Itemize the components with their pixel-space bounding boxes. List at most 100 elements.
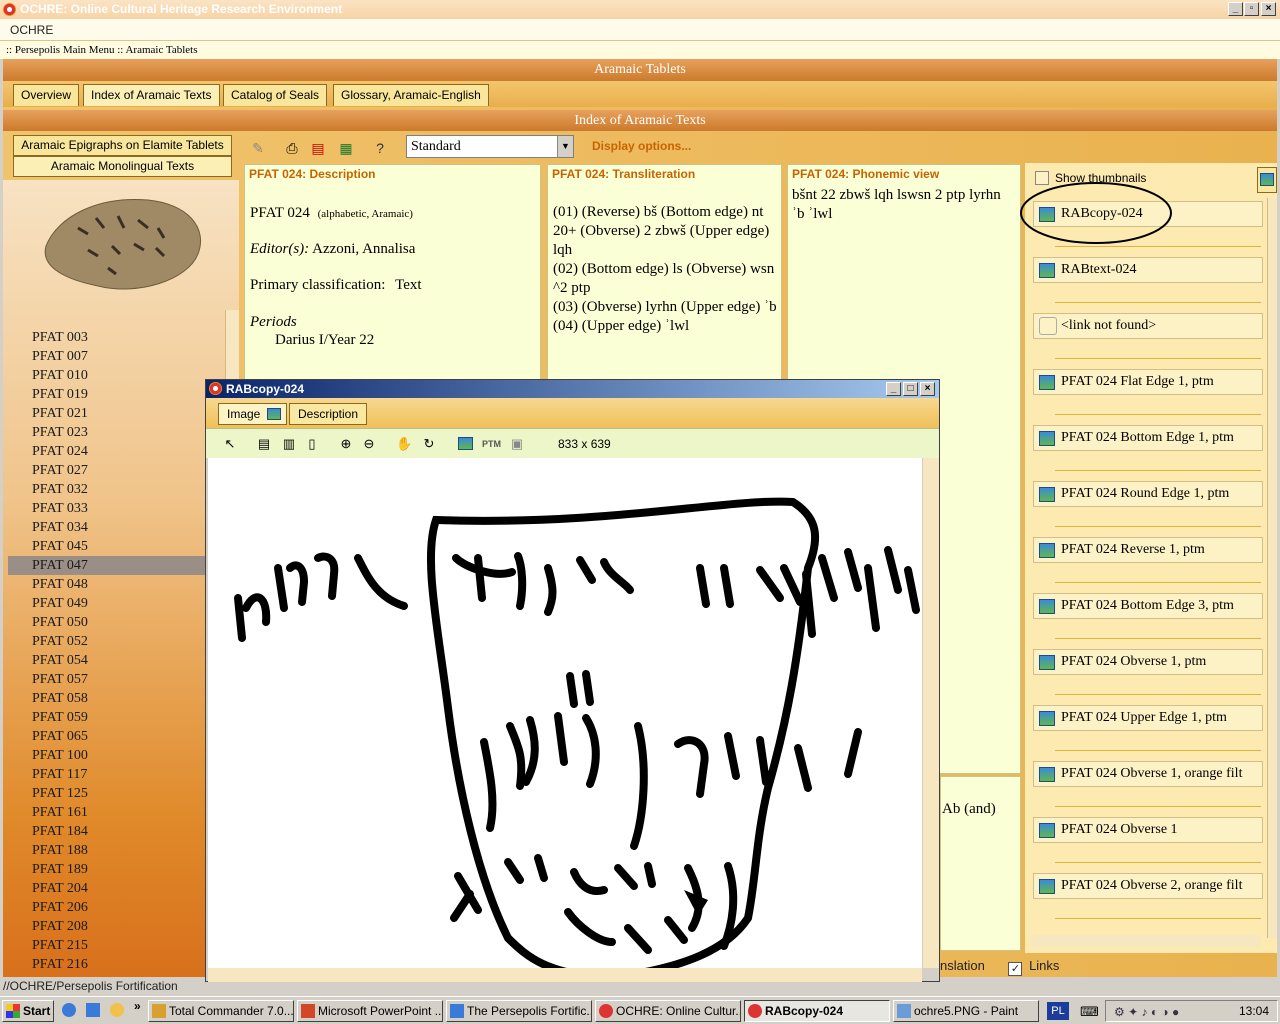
task-total-commander[interactable]: Total Commander 7.0...	[148, 1000, 294, 1022]
list-item[interactable]: PFAT 032	[8, 480, 205, 499]
image-viewport[interactable]	[208, 458, 922, 968]
language-indicator[interactable]: PL	[1047, 1002, 1069, 1020]
list-item[interactable]: PFAT 048	[8, 575, 205, 594]
list-item[interactable]: PFAT 033	[8, 499, 205, 518]
list-item[interactable]: PFAT 058	[8, 689, 205, 708]
link-item[interactable]: PFAT 024 Reverse 1, ptm	[1033, 537, 1263, 563]
desktop-quicklaunch-icon[interactable]	[86, 1003, 100, 1017]
task-paint[interactable]: ochre5.PNG - Paint	[893, 1000, 1039, 1022]
link-item[interactable]: PFAT 024 Bottom Edge 3, ptm	[1033, 593, 1263, 619]
tab-index-aramaic-texts[interactable]: Index of Aramaic Texts	[83, 84, 220, 106]
dialog-hscrollbar[interactable]	[208, 968, 922, 982]
list-item[interactable]: PFAT 003	[8, 328, 205, 347]
select-arrow-icon[interactable]: ↖	[222, 436, 238, 452]
chevron-down-icon[interactable]: ▼	[557, 136, 573, 157]
fit-page-icon[interactable]: ▤	[256, 436, 272, 452]
list-item[interactable]: PFAT 049	[8, 594, 205, 613]
ptm-icon[interactable]: PTM	[482, 436, 501, 452]
tab-aramaic-monolingual[interactable]: Aramaic Monolingual Texts	[13, 156, 232, 177]
list-item[interactable]: PFAT 052	[8, 632, 205, 651]
link-item[interactable]: <link not found>	[1033, 313, 1263, 339]
list-item[interactable]: PFAT 024	[8, 442, 205, 461]
link-item[interactable]: PFAT 024 Obverse 2, orange filt	[1033, 873, 1263, 899]
list-item[interactable]: PFAT 208	[8, 917, 205, 936]
breadcrumb-text[interactable]: :: Persepolis Main Menu :: Aramaic Table…	[6, 44, 198, 56]
pan-hand-icon[interactable]: ✋	[396, 436, 412, 452]
zoom-out-icon[interactable]: ⊖	[361, 436, 377, 452]
zoom-in-icon[interactable]: ⊕	[338, 436, 354, 452]
restore-button[interactable]: ▫	[1244, 2, 1259, 16]
links-checkbox[interactable]: ✓	[1008, 962, 1023, 976]
tray-icons[interactable]: ⚙ ✦ ♪ ◐ ◑ ●	[1114, 1005, 1179, 1019]
quicklaunch-more-icon[interactable]: »	[134, 999, 141, 1013]
task-rabcopy[interactable]: RABcopy-024	[744, 1000, 890, 1022]
list-item[interactable]: PFAT 125	[8, 784, 205, 803]
minimize-button[interactable]: _	[1228, 2, 1243, 16]
list-item[interactable]: PFAT 054	[8, 651, 205, 670]
links-hscrollbar[interactable]	[1031, 935, 1261, 947]
help-cursor-icon[interactable]: ?	[371, 139, 389, 157]
list-item[interactable]: PFAT 161	[8, 803, 205, 822]
links-scrollbar[interactable]	[1267, 198, 1277, 938]
tab-image[interactable]: Image	[218, 403, 288, 425]
actual-size-icon[interactable]: ▯	[304, 436, 320, 452]
task-powerpoint[interactable]: Microsoft PowerPoint ...	[297, 1000, 443, 1022]
save-icon[interactable]: ▣	[509, 436, 525, 452]
tab-glossary[interactable]: Glossary, Aramaic-English	[333, 84, 489, 106]
tab-overview[interactable]: Overview	[13, 84, 80, 106]
dialog-vscrollbar[interactable]	[923, 458, 939, 968]
tab-catalog-of-seals[interactable]: Catalog of Seals	[223, 84, 328, 106]
list-item[interactable]: PFAT 045	[8, 537, 205, 556]
list-item[interactable]: PFAT 059	[8, 708, 205, 727]
view-select[interactable]: Standard ▼	[406, 135, 574, 158]
period-value[interactable]: Darius I/Year 22	[275, 332, 374, 349]
list-item[interactable]: PFAT 007	[8, 347, 205, 366]
list-item[interactable]: PFAT 189	[8, 860, 205, 879]
task-ochre[interactable]: OCHRE: Online Cultur...	[595, 1000, 741, 1022]
link-item[interactable]: PFAT 024 Obverse 1, ptm	[1033, 649, 1263, 675]
list-item[interactable]: PFAT 047	[8, 556, 205, 575]
list-item[interactable]: PFAT 100	[8, 746, 205, 765]
link-item[interactable]: RABtext-024	[1033, 257, 1263, 283]
list-item[interactable]: PFAT 050	[8, 613, 205, 632]
ie-quicklaunch-icon[interactable]	[62, 1003, 76, 1017]
list-item[interactable]: PFAT 023	[8, 423, 205, 442]
list-item[interactable]: PFAT 204	[8, 879, 205, 898]
list-item[interactable]: PFAT 057	[8, 670, 205, 689]
close-button[interactable]: ×	[1261, 2, 1276, 16]
image-icon[interactable]	[458, 437, 473, 450]
print-icon[interactable]: ⎙	[283, 139, 301, 157]
dialog-maximize-button[interactable]: □	[903, 382, 918, 396]
fit-width-icon[interactable]: ▥	[281, 436, 297, 452]
link-item[interactable]: PFAT 024 Round Edge 1, ptm	[1033, 481, 1263, 507]
list-item[interactable]: PFAT 206	[8, 898, 205, 917]
pin-icon[interactable]: ✎	[249, 139, 267, 157]
quicklaunch-icon[interactable]	[110, 1003, 124, 1017]
dialog-close-button[interactable]: ×	[920, 382, 935, 396]
list-item[interactable]: PFAT 215	[8, 936, 205, 955]
list-item[interactable]: PFAT 021	[8, 404, 205, 423]
link-item[interactable]: PFAT 024 Obverse 1	[1033, 817, 1263, 843]
excel-icon[interactable]: ▦	[337, 139, 355, 157]
dialog-minimize-button[interactable]: _	[886, 382, 901, 396]
link-item[interactable]: PFAT 024 Upper Edge 1, ptm	[1033, 705, 1263, 731]
list-item[interactable]: PFAT 019	[8, 385, 205, 404]
pdf-icon[interactable]: ▤	[309, 139, 327, 157]
breadcrumb[interactable]: :: Persepolis Main Menu :: Aramaic Table…	[0, 41, 1280, 59]
list-item[interactable]: PFAT 188	[8, 841, 205, 860]
link-item[interactable]: PFAT 024 Flat Edge 1, ptm	[1033, 369, 1263, 395]
link-item[interactable]: PFAT 024 Bottom Edge 1, ptm	[1033, 425, 1263, 451]
list-item[interactable]: PFAT 034	[8, 518, 205, 537]
tab-aramaic-epigraphs[interactable]: Aramaic Epigraphs on Elamite Tablets	[13, 135, 232, 156]
tab-description[interactable]: Description	[289, 403, 368, 425]
rotate-icon[interactable]: ↻	[421, 436, 437, 452]
display-options-link[interactable]: Display options...	[592, 139, 691, 153]
link-item[interactable]: PFAT 024 Obverse 1, orange filt	[1033, 761, 1263, 787]
list-item[interactable]: PFAT 184	[8, 822, 205, 841]
task-browser[interactable]: The Persepolis Fortific...	[446, 1000, 592, 1022]
list-item[interactable]: PFAT 065	[8, 727, 205, 746]
list-item[interactable]: PFAT 027	[8, 461, 205, 480]
list-item[interactable]: PFAT 117	[8, 765, 205, 784]
start-button[interactable]: Start	[2, 1000, 54, 1022]
list-item[interactable]: PFAT 010	[8, 366, 205, 385]
